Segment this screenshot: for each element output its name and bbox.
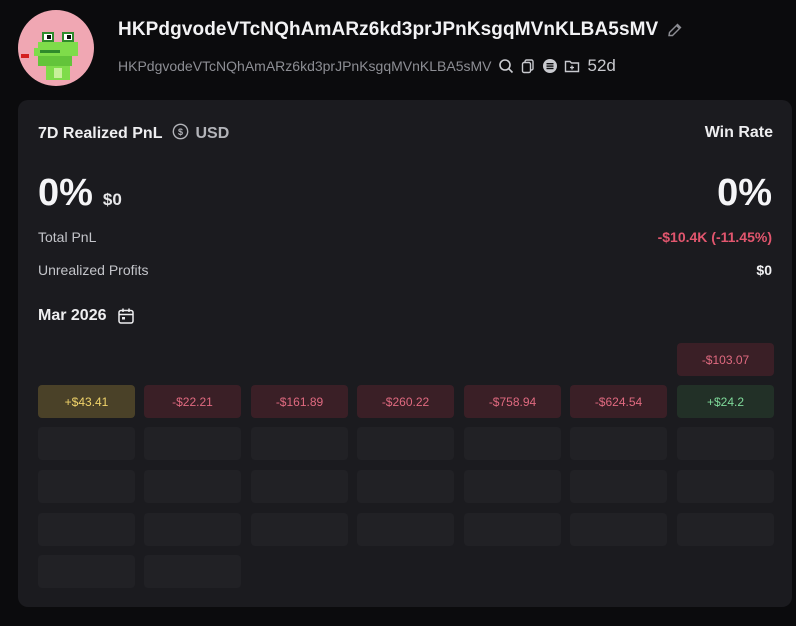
pnl-title-text: 7D Realized PnL (38, 125, 163, 142)
calendar-empty-cell (464, 427, 561, 460)
calendar-empty-cell (464, 470, 561, 503)
calendar-day-cell[interactable]: -$260.22 (357, 385, 454, 418)
day-pnl: -$22.21 (172, 394, 213, 409)
calendar-empty-cell (144, 470, 241, 503)
currency-swap-icon: $ (172, 123, 189, 145)
win-rate-title: Win Rate (704, 124, 773, 141)
calendar-empty-cell (251, 427, 348, 460)
calendar-empty-cell (38, 470, 135, 503)
pnl-card: 7D Realized PnL $ USD Win Rate 0% $0 0% … (18, 100, 792, 607)
edit-icon[interactable] (666, 21, 684, 39)
calendar-day-cell[interactable]: -$624.54 (570, 385, 667, 418)
total-pnl-value: -$10.4K (-11.45%) (657, 229, 772, 245)
wallet-age: 52d (587, 56, 616, 75)
win-rate-value: 0% (717, 172, 772, 214)
wallet-title: HKPdgvodeVTcNQhAmARz6kd3prJPnKsgqMVnKLBA… (118, 19, 684, 41)
month-selector[interactable]: Mar 2026 (38, 307, 135, 325)
calendar-empty-cell (251, 470, 348, 503)
unrealized-value: $0 (756, 262, 772, 278)
calendar-empty-cell (570, 513, 667, 546)
calendar-empty-cell (144, 555, 241, 588)
wallet-name: HKPdgvodeVTcNQhAmARz6kd3prJPnKsgqMVnKLBA… (118, 19, 659, 40)
day-pnl: -$758.94 (488, 394, 537, 409)
wallet-address[interactable]: HKPdgvodeVTcNQhAmARz6kd3prJPnKsgqMVnKLBA… (118, 58, 492, 74)
calendar-day-cell[interactable]: +$43.41 (38, 385, 135, 418)
month-label: Mar 2026 (38, 307, 107, 324)
calendar-empty-cell (38, 513, 135, 546)
day-pnl: -$260.22 (381, 394, 430, 409)
calendar-empty-cell (570, 427, 667, 460)
calendar-day-cell[interactable]: +$24.2 (677, 385, 774, 418)
calendar-day-cell[interactable]: -$103.07 (677, 343, 774, 376)
calendar-empty-cell (38, 427, 135, 460)
currency-label: USD (195, 125, 230, 142)
calendar-empty-cell (677, 513, 774, 546)
calendar-empty-cell (144, 427, 241, 460)
realized-pnl-value: 0% $0 (38, 172, 122, 215)
svg-text:$: $ (178, 127, 183, 137)
day-pnl: -$103.07 (701, 352, 750, 367)
calendar-day-cell[interactable]: -$161.89 (251, 385, 348, 418)
folder-icon[interactable] (564, 58, 580, 74)
calendar-day-cell[interactable]: -$758.94 (464, 385, 561, 418)
coin-icon[interactable] (542, 58, 558, 74)
realized-usd: $0 (102, 190, 122, 209)
currency-toggle[interactable]: $ USD (172, 123, 229, 145)
day-pnl: +$43.41 (64, 394, 109, 409)
unrealized-label: Unrealized Profits (38, 262, 149, 278)
calendar-empty-cell (357, 427, 454, 460)
calendar-empty-cell (251, 513, 348, 546)
calendar-empty-cell (464, 513, 561, 546)
calendar-empty-cell (357, 513, 454, 546)
pnl-title: 7D Realized PnL $ USD (38, 123, 229, 145)
total-pnl-label: Total PnL (38, 229, 97, 245)
day-pnl: +$24.2 (706, 394, 745, 409)
frog-avatar-image (21, 32, 78, 80)
calendar-empty-cell (677, 470, 774, 503)
calendar-empty-cell (144, 513, 241, 546)
avatar (18, 10, 94, 86)
calendar-day-cell[interactable]: -$22.21 (144, 385, 241, 418)
calendar-empty-cell (38, 555, 135, 588)
wallet-subline: HKPdgvodeVTcNQhAmARz6kd3prJPnKsgqMVnKLBA… (118, 56, 616, 76)
search-icon[interactable] (498, 58, 514, 74)
copy-icon[interactable] (520, 58, 536, 74)
day-pnl: -$161.89 (275, 394, 324, 409)
calendar-empty-cell (677, 427, 774, 460)
calendar-empty-cell (357, 470, 454, 503)
day-pnl: -$624.54 (594, 394, 643, 409)
calendar-empty-cell (570, 470, 667, 503)
calendar-icon[interactable] (117, 307, 135, 325)
realized-pct: 0% (38, 172, 93, 214)
